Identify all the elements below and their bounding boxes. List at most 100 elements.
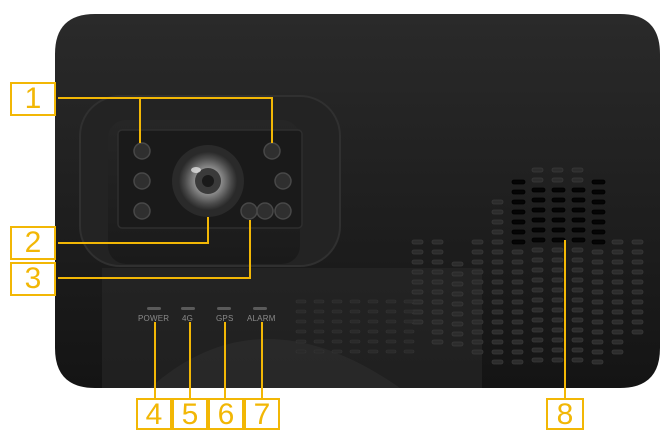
grille-slot bbox=[511, 339, 524, 345]
grille-slot bbox=[611, 269, 624, 275]
grille-slot bbox=[551, 257, 564, 263]
grille-slot bbox=[313, 339, 325, 344]
callout-6: 6 bbox=[208, 398, 244, 430]
grille-slot bbox=[367, 299, 379, 304]
grille-slot bbox=[611, 319, 624, 325]
grille-slot bbox=[531, 217, 546, 223]
callout-7: 7 bbox=[244, 398, 280, 430]
grille-slot bbox=[511, 329, 524, 335]
grille-slot bbox=[511, 209, 526, 215]
grille-slot bbox=[411, 279, 424, 285]
grille-slot bbox=[631, 319, 644, 325]
grille-slot bbox=[295, 299, 307, 304]
grille-slot bbox=[385, 349, 397, 354]
grille-slot bbox=[385, 299, 397, 304]
grille-slot bbox=[331, 339, 343, 344]
grille-slot bbox=[511, 249, 524, 255]
ir-led-icon bbox=[133, 202, 151, 220]
grille-slot bbox=[591, 359, 604, 365]
grille-slot bbox=[491, 219, 504, 225]
grille-slot bbox=[531, 257, 544, 263]
grille-slot bbox=[491, 339, 504, 345]
grille-slot bbox=[551, 167, 564, 173]
callout-1: 1 bbox=[10, 82, 56, 116]
grille-slot bbox=[431, 329, 444, 335]
grille-slot bbox=[591, 319, 604, 325]
grille-slot bbox=[611, 349, 624, 355]
grille-slot bbox=[551, 197, 566, 203]
grille-slot bbox=[313, 329, 325, 334]
grille-slot bbox=[471, 329, 484, 335]
grille-slot bbox=[631, 279, 644, 285]
grille-slot bbox=[403, 309, 415, 314]
grille-slot bbox=[531, 327, 544, 333]
grille-slot bbox=[403, 329, 415, 334]
callout-2: 2 bbox=[10, 226, 56, 260]
callout-4: 4 bbox=[136, 398, 172, 430]
ir-led-icon bbox=[133, 142, 151, 160]
grille-slot bbox=[431, 279, 444, 285]
grille-slot bbox=[403, 349, 415, 354]
grille-slot bbox=[331, 309, 343, 314]
grille-slot bbox=[551, 207, 566, 213]
grille-slot bbox=[491, 209, 504, 215]
grille-slot bbox=[571, 327, 584, 333]
grille-slot bbox=[471, 339, 484, 345]
grille-slot bbox=[591, 179, 606, 185]
grille-slot bbox=[367, 329, 379, 334]
grille-slot bbox=[551, 237, 566, 243]
grille-slot bbox=[571, 317, 584, 323]
grille-slot bbox=[631, 329, 644, 335]
grille-slot bbox=[591, 209, 606, 215]
grille-slot bbox=[511, 289, 524, 295]
grille-slot bbox=[551, 307, 564, 313]
grille-slot bbox=[551, 187, 566, 193]
grille-slot bbox=[611, 289, 624, 295]
grille-slot bbox=[531, 227, 546, 233]
grille-slot bbox=[571, 217, 586, 223]
grille-slot bbox=[295, 329, 307, 334]
grille-slot bbox=[551, 267, 564, 273]
grille-slot bbox=[491, 289, 504, 295]
grille-slot bbox=[551, 277, 564, 283]
grille-slot bbox=[331, 329, 343, 334]
grille-slot bbox=[431, 339, 444, 345]
grille-slot bbox=[571, 207, 586, 213]
grille-slot bbox=[611, 249, 624, 255]
grille-slot bbox=[431, 289, 444, 295]
grille-slot bbox=[295, 349, 307, 354]
grille-slot bbox=[385, 319, 397, 324]
grille-slot bbox=[349, 329, 361, 334]
grille-slot bbox=[431, 239, 444, 245]
4g-label: 4G bbox=[182, 314, 194, 323]
grille-slot bbox=[411, 289, 424, 295]
grille-slot bbox=[611, 339, 624, 345]
grille-slot bbox=[571, 197, 586, 203]
grille-slot bbox=[471, 289, 484, 295]
grille-slot bbox=[471, 309, 484, 315]
status-led-icon bbox=[253, 307, 267, 310]
grille-slot bbox=[531, 187, 546, 193]
grille-slot bbox=[591, 189, 606, 195]
grille-slot bbox=[551, 357, 564, 363]
grille-slot bbox=[451, 271, 464, 277]
grille-slot bbox=[367, 349, 379, 354]
grille-slot bbox=[531, 167, 544, 173]
grille-slot bbox=[491, 329, 504, 335]
grille-slot bbox=[431, 309, 444, 315]
grille-slot bbox=[511, 279, 524, 285]
grille-slot bbox=[591, 349, 604, 355]
grille-slot bbox=[611, 239, 624, 245]
grille-slot bbox=[611, 299, 624, 305]
grille-slot bbox=[367, 309, 379, 314]
gps-label: GPS bbox=[216, 314, 234, 323]
grille-slot bbox=[591, 219, 606, 225]
grille-slot bbox=[591, 289, 604, 295]
status-led-icon bbox=[217, 307, 231, 310]
ir-led-icon bbox=[133, 172, 151, 190]
grille-slot bbox=[491, 269, 504, 275]
grille-slot bbox=[571, 287, 584, 293]
grille-slot bbox=[531, 177, 544, 183]
grille-slot bbox=[471, 249, 484, 255]
grille-slot bbox=[591, 249, 604, 255]
